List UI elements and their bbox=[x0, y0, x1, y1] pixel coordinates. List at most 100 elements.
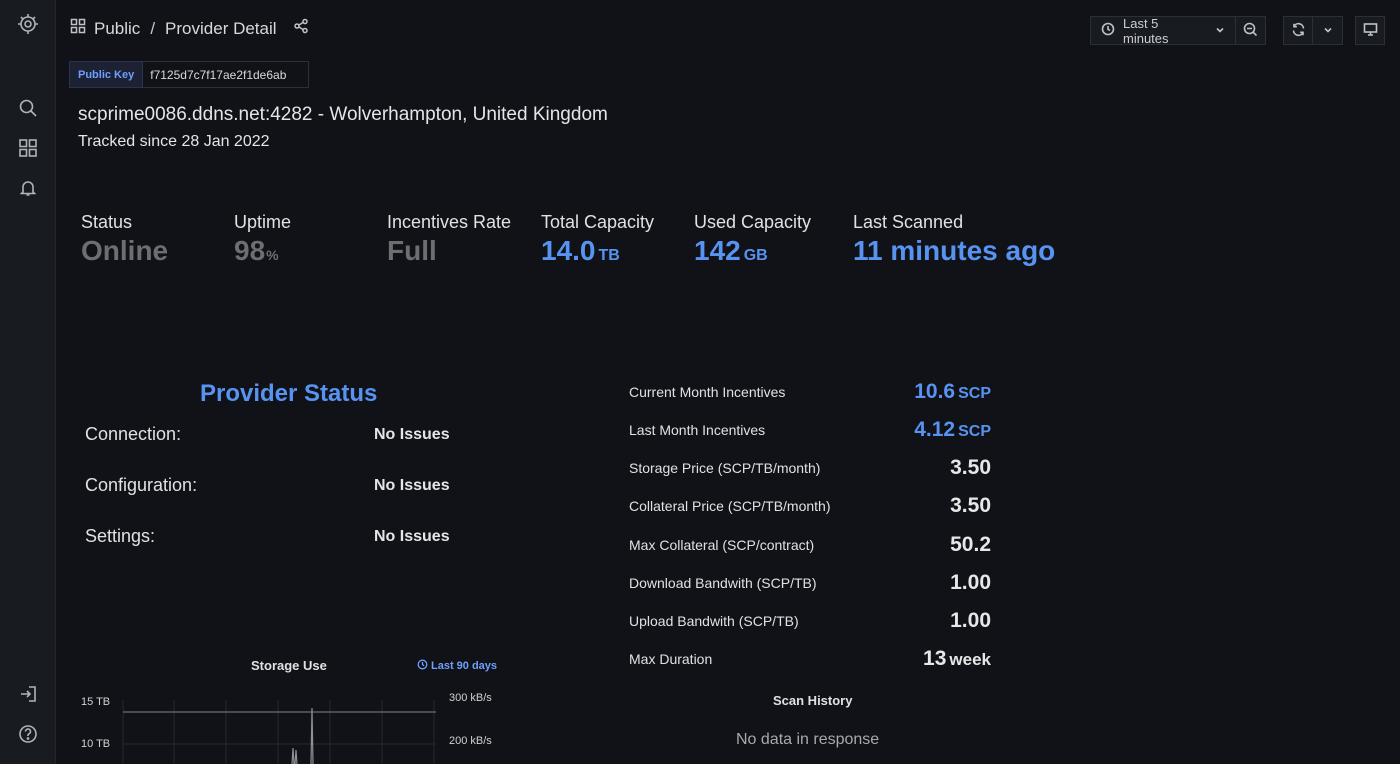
stat-value: 14.0 TB bbox=[541, 235, 654, 267]
time-range-picker[interactable]: Last 5 minutes bbox=[1090, 15, 1236, 46]
breadcrumb-dashboard[interactable]: Provider Detail bbox=[165, 19, 277, 39]
status-label: Configuration: bbox=[85, 475, 198, 495]
dashboards-icon[interactable] bbox=[0, 130, 56, 166]
incentive-label: Storage Price (SCP/TB/month) bbox=[629, 460, 821, 476]
status-row-connection: Connection: No Issues bbox=[85, 424, 465, 445]
status-value: No Issues bbox=[374, 426, 450, 443]
scan-history-title: Scan History bbox=[773, 693, 853, 708]
incentive-row: Storage Price (SCP/TB/month) 3.50 bbox=[629, 456, 994, 480]
refresh-button[interactable] bbox=[1283, 16, 1313, 45]
stat-number: Full bbox=[387, 235, 437, 266]
incentive-row: Current Month Incentives 10.6 SCP bbox=[629, 380, 994, 404]
public-key-input[interactable]: f7125d7c7f17ae2f1de6ab bbox=[143, 61, 310, 88]
zoom-out-icon bbox=[1243, 22, 1258, 40]
side-nav bbox=[0, 0, 56, 764]
stat-title: Uptime bbox=[234, 212, 292, 232]
provider-status-title: Provider Status bbox=[200, 380, 378, 407]
zoom-out-button[interactable] bbox=[1236, 16, 1266, 45]
stat-used-capacity: Used Capacity 142 GB bbox=[694, 212, 811, 267]
incentive-number: 13 bbox=[923, 647, 947, 670]
y-axis-left-tick: 10 TB bbox=[81, 738, 111, 750]
incentive-label: Collateral Price (SCP/TB/month) bbox=[629, 498, 831, 514]
y-axis-right-tick: 200 kB/s bbox=[449, 735, 492, 747]
time-range-label: Last 5 minutes bbox=[1123, 15, 1169, 46]
chevron-down-icon bbox=[1323, 23, 1333, 38]
incentive-unit: week bbox=[949, 650, 991, 669]
stat-number: 98 bbox=[234, 235, 266, 266]
incentive-value: 10.6 SCP bbox=[914, 380, 991, 404]
incentive-value: 50.2 bbox=[950, 533, 991, 556]
search-icon[interactable] bbox=[0, 90, 56, 126]
status-value: No Issues bbox=[374, 477, 450, 494]
public-key-label: Public Key bbox=[69, 61, 144, 88]
incentive-value: 3.50 bbox=[950, 456, 991, 479]
plot-grid bbox=[122, 700, 436, 764]
scan-history-empty: No data in response bbox=[736, 731, 880, 748]
share-icon[interactable] bbox=[293, 18, 309, 39]
chevron-down-icon bbox=[1215, 23, 1225, 38]
stat-title: Used Capacity bbox=[694, 212, 812, 232]
storage-use-range[interactable]: Last 90 days bbox=[417, 659, 497, 673]
stat-status: Status Online bbox=[81, 212, 168, 267]
incentive-value: 4.12 SCP bbox=[914, 418, 991, 442]
incentive-value: 13 week bbox=[923, 647, 991, 671]
stat-number: 14.0 bbox=[541, 235, 596, 266]
stat-value: 98% bbox=[234, 235, 291, 267]
status-row-configuration: Configuration: No Issues bbox=[85, 475, 465, 496]
stat-value: Online bbox=[81, 235, 168, 267]
status-label: Settings: bbox=[85, 526, 156, 546]
y-axis-right-tick: 300 kB/s bbox=[449, 692, 492, 704]
stat-number: Online bbox=[81, 235, 169, 266]
incentive-value: 1.00 bbox=[950, 571, 991, 594]
stat-uptime: Uptime 98% bbox=[234, 212, 291, 267]
stat-number: 142 bbox=[694, 235, 741, 266]
stat-value: Full bbox=[387, 235, 511, 267]
tv-mode-button[interactable] bbox=[1355, 16, 1385, 45]
stat-value: 11 minutes ago bbox=[853, 235, 1055, 267]
tracked-since: Tracked since 28 Jan 2022 bbox=[78, 133, 270, 150]
view-mode-group bbox=[1355, 16, 1385, 45]
sign-in-icon[interactable] bbox=[0, 676, 56, 712]
stat-value: 142 GB bbox=[694, 235, 811, 267]
stat-last-scanned: Last Scanned 11 minutes ago bbox=[853, 212, 1055, 267]
stat-title: Total Capacity bbox=[541, 212, 655, 232]
stat-unit: TB bbox=[598, 247, 620, 264]
public-key-variable: Public Key f7125d7c7f17ae2f1de6ab bbox=[69, 61, 310, 88]
incentive-row: Collateral Price (SCP/TB/month) 3.50 bbox=[629, 494, 994, 518]
stat-incentives-rate: Incentives Rate Full bbox=[387, 212, 511, 267]
incentive-label: Last Month Incentives bbox=[629, 422, 766, 438]
storage-use-title: Storage Use bbox=[251, 658, 327, 673]
clock-icon bbox=[417, 659, 428, 673]
refresh-group bbox=[1283, 16, 1343, 45]
incentive-value: 3.50 bbox=[950, 494, 991, 517]
stat-total-capacity: Total Capacity 14.0 TB bbox=[541, 212, 654, 267]
bell-icon[interactable] bbox=[0, 170, 56, 206]
incentive-label: Max Collateral (SCP/contract) bbox=[629, 537, 815, 553]
incentive-label: Max Duration bbox=[629, 651, 713, 667]
help-icon[interactable] bbox=[0, 716, 56, 752]
incentive-unit: SCP bbox=[958, 385, 991, 402]
refresh-interval-button[interactable] bbox=[1313, 16, 1343, 45]
time-picker-group: Last 5 minutes bbox=[1090, 15, 1266, 46]
stat-title: Last Scanned bbox=[853, 212, 964, 232]
incentive-label: Download Bandwith (SCP/TB) bbox=[629, 575, 817, 591]
incentive-label: Current Month Incentives bbox=[629, 384, 786, 400]
y-axis-left-tick: 15 TB bbox=[81, 696, 111, 708]
status-label: Connection: bbox=[85, 424, 182, 444]
range-label: Last 90 days bbox=[431, 660, 498, 672]
incentive-row: Max Collateral (SCP/contract) 50.2 bbox=[629, 533, 994, 557]
incentive-number: 4.12 bbox=[914, 418, 956, 441]
incentive-row: Max Duration 13 week bbox=[629, 647, 994, 671]
status-value: No Issues bbox=[374, 528, 450, 545]
host-address: scprime0086.ddns.net:4282 - Wolverhampto… bbox=[78, 104, 608, 125]
incentive-row: Last Month Incentives 4.12 SCP bbox=[629, 418, 994, 442]
stat-title: Status bbox=[81, 212, 133, 232]
grafana-logo-icon[interactable] bbox=[0, 6, 56, 42]
incentive-unit: SCP bbox=[958, 423, 991, 440]
incentive-row: Download Bandwith (SCP/TB) 1.00 bbox=[629, 571, 994, 595]
breadcrumb-separator: / bbox=[150, 18, 156, 38]
breadcrumb-folder[interactable]: Public bbox=[94, 19, 140, 39]
storage-use-plot bbox=[122, 700, 436, 764]
clock-icon bbox=[1101, 22, 1115, 39]
stat-unit: GB bbox=[743, 247, 768, 264]
